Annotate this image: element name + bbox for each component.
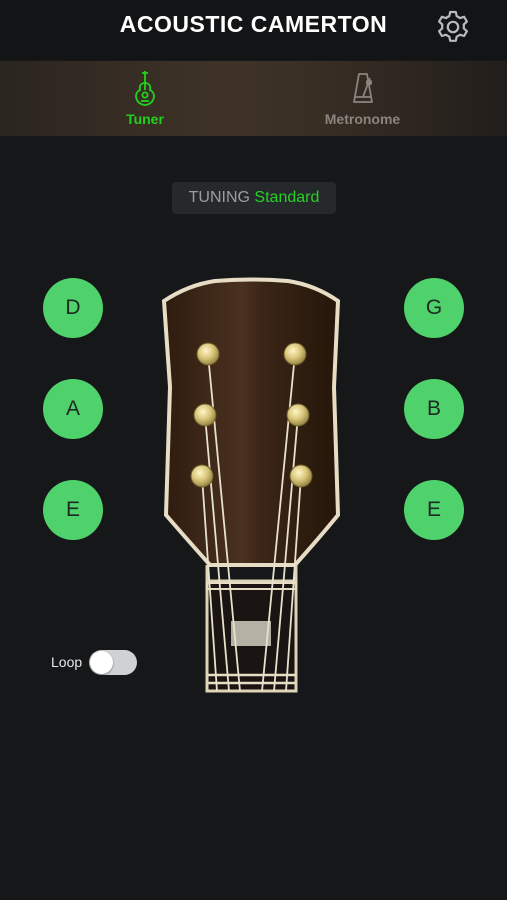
string-button-high-e[interactable]: E bbox=[404, 480, 464, 540]
tuning-label: TUNING bbox=[188, 189, 250, 206]
loop-toggle[interactable] bbox=[89, 650, 137, 675]
gear-icon bbox=[438, 10, 468, 42]
settings-button[interactable] bbox=[434, 8, 472, 46]
tuning-selector[interactable]: TUNING Standard bbox=[172, 182, 336, 214]
string-button-d[interactable]: D bbox=[43, 278, 103, 338]
tab-tuner-label: Tuner bbox=[126, 111, 164, 127]
string-button-low-e[interactable]: E bbox=[43, 480, 103, 540]
top-bar: ACOUSTIC CAMERTON bbox=[0, 0, 507, 60]
tab-bar: Tuner Metronome bbox=[0, 61, 507, 136]
loop-label: Loop bbox=[51, 654, 83, 670]
string-button-a[interactable]: A bbox=[43, 379, 103, 439]
tuning-value: Standard bbox=[254, 189, 320, 206]
guitar-icon bbox=[135, 71, 155, 106]
tab-tuner[interactable]: Tuner bbox=[95, 61, 195, 136]
guitar-headstock-image bbox=[160, 275, 345, 705]
metronome-icon bbox=[352, 73, 373, 103]
loop-toggle-knob[interactable] bbox=[90, 651, 113, 674]
tab-metronome-label: Metronome bbox=[324, 111, 401, 127]
string-button-g[interactable]: G bbox=[404, 278, 464, 338]
tab-metronome[interactable]: Metronome bbox=[300, 61, 425, 136]
string-button-b[interactable]: B bbox=[404, 379, 464, 439]
app-title: ACOUSTIC CAMERTON bbox=[119, 11, 388, 37]
